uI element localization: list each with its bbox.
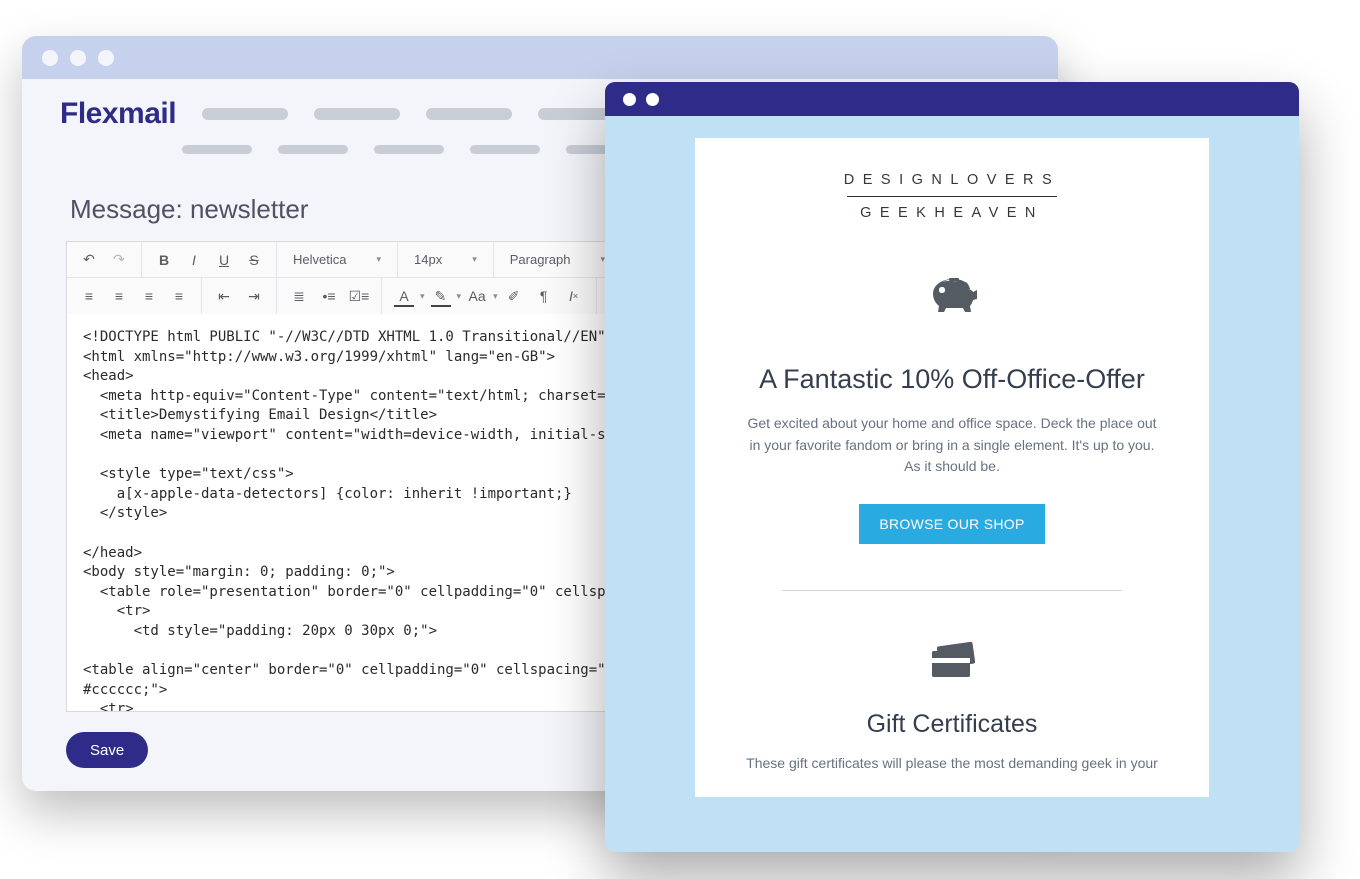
underline-button[interactable]: U <box>210 246 238 274</box>
save-button[interactable]: Save <box>66 732 148 768</box>
brand-divider <box>847 196 1057 197</box>
chevron-down-icon[interactable]: ▾ <box>493 291 498 302</box>
chevron-down-icon: ▾ <box>376 254 381 265</box>
editor-titlebar <box>22 36 1058 79</box>
font-select[interactable]: Helvetica ▾ <box>285 246 389 274</box>
align-justify-button[interactable]: ≡ <box>165 282 193 310</box>
indent-button[interactable]: ⇥ <box>240 282 268 310</box>
window-close-icon[interactable] <box>42 50 58 66</box>
block-format-select[interactable]: Paragraph ▾ <box>502 246 613 274</box>
align-left-button[interactable]: ≡ <box>75 282 103 310</box>
window-close-icon[interactable] <box>623 93 636 106</box>
chevron-down-icon[interactable]: ▾ <box>420 291 425 302</box>
chevron-down-icon[interactable]: ▾ <box>457 291 462 302</box>
font-size-select[interactable]: 14px ▾ <box>406 246 485 274</box>
window-minimize-icon[interactable] <box>646 93 659 106</box>
brand-line-1: DESIGNLOVERS <box>743 172 1161 188</box>
window-maximize-icon[interactable] <box>98 50 114 66</box>
checklist-button[interactable]: ☑≡ <box>345 282 373 310</box>
chevron-down-icon: ▾ <box>472 254 477 265</box>
remove-format-button[interactable]: I× <box>560 282 588 310</box>
nav-placeholder <box>278 145 348 154</box>
text-case-button[interactable]: Aa <box>463 282 491 310</box>
nav-placeholder <box>470 145 540 154</box>
redo-button[interactable]: ↷ <box>105 246 133 274</box>
piggy-bank-icon <box>743 277 1161 324</box>
gift-card-icon <box>743 641 1161 686</box>
brand-line-2: GEEKHEAVEN <box>743 205 1161 221</box>
nav-placeholder <box>202 108 288 120</box>
window-minimize-icon[interactable] <box>70 50 86 66</box>
email-body-text: Get excited about your home and office s… <box>743 413 1161 478</box>
gift-certificates-text: These gift certificates will please the … <box>743 755 1161 771</box>
email-headline: A Fantastic 10% Off-Office-Offer <box>743 364 1161 395</box>
email-body: DESIGNLOVERS GEEKHEAVEN A Fantastic 10% … <box>695 138 1209 797</box>
italic-button[interactable]: I <box>180 246 208 274</box>
email-preview: DESIGNLOVERS GEEKHEAVEN A Fantastic 10% … <box>605 116 1299 797</box>
gift-certificates-heading: Gift Certificates <box>743 710 1161 739</box>
unordered-list-button[interactable]: •≡ <box>315 282 343 310</box>
bold-button[interactable]: B <box>150 246 178 274</box>
nav-placeholder <box>426 108 512 120</box>
nav-placeholder <box>182 145 252 154</box>
app-logo: Flexmail <box>60 97 176 131</box>
browse-shop-button[interactable]: BROWSE OUR SHOP <box>859 504 1044 544</box>
highlight-color-button[interactable]: ✎ <box>427 282 455 310</box>
section-divider <box>782 590 1122 591</box>
align-right-button[interactable]: ≡ <box>135 282 163 310</box>
outdent-button[interactable]: ⇤ <box>210 282 238 310</box>
clear-format-button[interactable]: ✐ <box>500 282 528 310</box>
font-size-value: 14px <box>414 252 442 267</box>
font-select-value: Helvetica <box>293 252 346 267</box>
preview-titlebar <box>605 82 1299 116</box>
undo-button[interactable]: ↶ <box>75 246 103 274</box>
strike-button[interactable]: S <box>240 246 268 274</box>
paragraph-mark-button[interactable]: ¶ <box>530 282 558 310</box>
nav-placeholder <box>314 108 400 120</box>
align-center-button[interactable]: ≡ <box>105 282 133 310</box>
text-color-button[interactable]: A <box>390 282 418 310</box>
block-format-value: Paragraph <box>510 252 571 267</box>
ordered-list-button[interactable]: ≣ <box>285 282 313 310</box>
preview-window: DESIGNLOVERS GEEKHEAVEN A Fantastic 10% … <box>605 82 1299 852</box>
nav-placeholder <box>374 145 444 154</box>
